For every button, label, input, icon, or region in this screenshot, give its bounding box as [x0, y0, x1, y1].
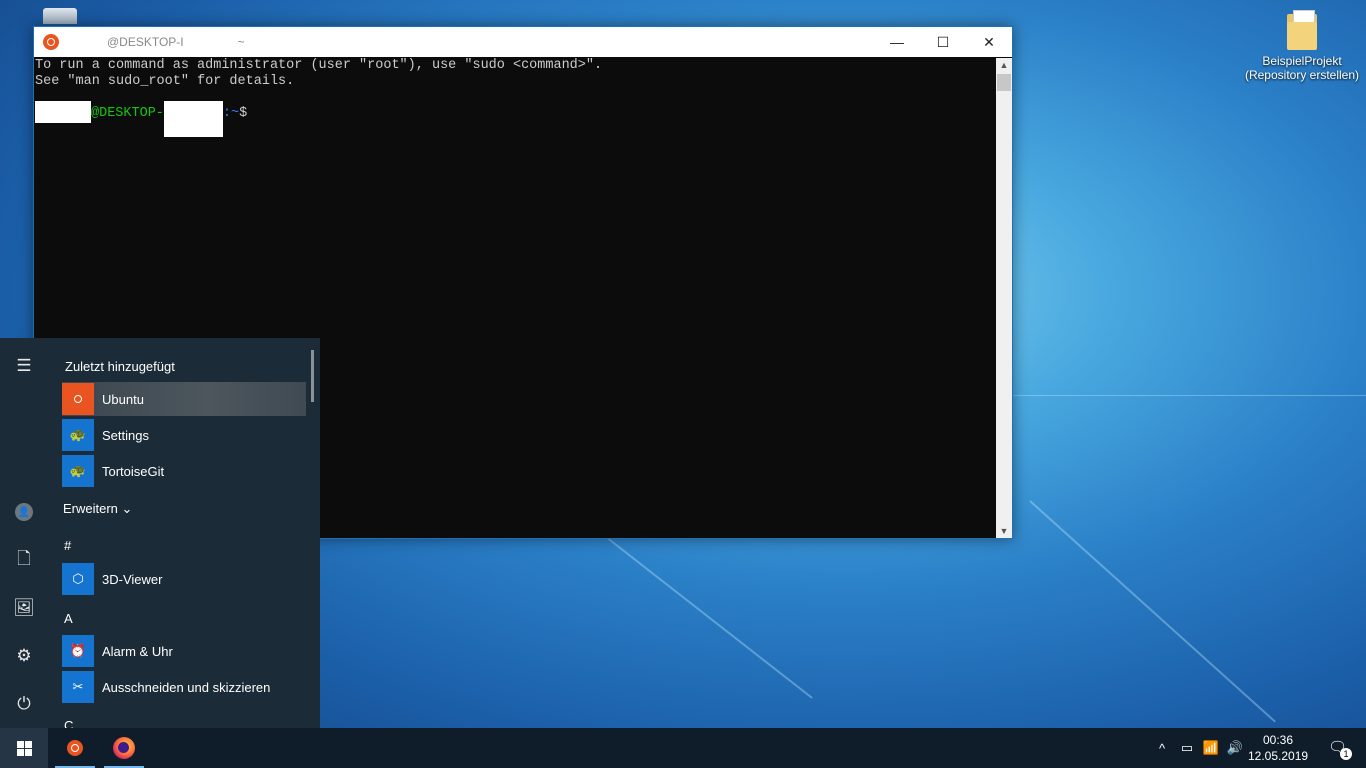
prompt-host: @DESKTOP-: [91, 106, 164, 121]
tortoise-icon: 🐢: [62, 419, 94, 451]
app-ausschneiden[interactable]: ✂ Ausschneiden und skizzieren: [62, 670, 306, 704]
notification-count: 1: [1340, 748, 1352, 760]
section-letter[interactable]: A: [64, 611, 73, 626]
redacted-hostname: [163, 101, 223, 137]
taskbar-firefox[interactable]: [104, 728, 144, 768]
notification-center-icon[interactable]: 🗨 1: [1328, 738, 1352, 760]
documents-icon[interactable]: 🗋: [12, 548, 36, 572]
scroll-down-icon[interactable]: ▼: [996, 524, 1012, 538]
start-app-list: Zuletzt hinzugefügt Ubuntu 🐢 Settings 🐢 …: [60, 338, 316, 728]
power-icon[interactable]: ⏻: [12, 692, 36, 716]
expand-button[interactable]: Erweitern ⌄: [63, 501, 132, 517]
app-ubuntu[interactable]: Ubuntu: [62, 382, 306, 416]
terminal-titlebar[interactable]: @DESKTOP-I ~ — ☐ ✕: [34, 27, 1012, 57]
close-button[interactable]: ✕: [966, 27, 1012, 57]
app-label: 3D-Viewer: [102, 571, 163, 587]
app-tortoisegit[interactable]: 🐢 TortoiseGit: [62, 454, 306, 488]
start-rail: ☰ 👤 🗋 🖼 ⚙ ⏻: [0, 338, 48, 728]
maximize-button[interactable]: ☐: [920, 27, 966, 57]
tortoise-icon: 🐢: [62, 455, 94, 487]
start-menu: ☰ 👤 🗋 🖼 ⚙ ⏻ Zuletzt hinzugefügt Ubuntu 🐢…: [0, 338, 320, 728]
taskbar: ^ ▭ 📶 🔊 00:36 12.05.2019 🗨 1: [0, 728, 1366, 768]
terminal-line: To run a command as administrator (user …: [35, 58, 603, 73]
ubuntu-icon: [43, 34, 59, 50]
start-scrollbar[interactable]: [311, 350, 314, 402]
expand-label: Erweitern: [63, 501, 118, 516]
folder-label-line2: (Repository erstellen): [1244, 68, 1360, 82]
scroll-up-icon[interactable]: ▲: [996, 58, 1012, 72]
volume-icon[interactable]: 🔊: [1224, 728, 1246, 768]
clock-time: 00:36: [1262, 733, 1294, 747]
app-settings[interactable]: 🐢 Settings: [62, 418, 306, 452]
wifi-icon[interactable]: 📶: [1200, 728, 1222, 768]
chevron-down-icon: ⌄: [121, 501, 133, 516]
terminal-line: See "man sudo_root" for details.: [35, 74, 295, 89]
alarm-clock-icon: ⏰: [62, 635, 94, 667]
app-label: Settings: [102, 427, 149, 443]
snip-sketch-icon: ✂: [62, 671, 94, 703]
start-button[interactable]: [0, 728, 48, 768]
firefox-icon: [113, 737, 135, 759]
desktop-folder-beispielprojekt[interactable]: BeispielProjekt (Repository erstellen): [1242, 10, 1362, 82]
settings-gear-icon[interactable]: ⚙: [12, 644, 36, 668]
terminal-title-host: @DESKTOP-I: [107, 35, 184, 49]
wallpaper-beam: [1010, 395, 1366, 396]
app-label: Ausschneiden und skizzieren: [102, 679, 271, 695]
prompt-path: :~: [222, 106, 240, 121]
app-alarm-uhr[interactable]: ⏰ Alarm & Uhr: [62, 634, 306, 668]
scroll-thumb[interactable]: [997, 74, 1011, 91]
clock[interactable]: 00:36 12.05.2019: [1248, 732, 1308, 764]
user-avatar[interactable]: 👤: [12, 500, 36, 524]
prompt-symbol: $: [239, 106, 248, 121]
battery-icon[interactable]: ▭: [1176, 728, 1198, 768]
taskbar-ubuntu[interactable]: [55, 728, 95, 768]
recent-header: Zuletzt hinzugefügt: [65, 359, 175, 374]
hamburger-icon[interactable]: ☰: [12, 354, 36, 378]
wallpaper-beam: [1029, 500, 1276, 723]
tray-chevron-icon[interactable]: ^: [1152, 728, 1172, 768]
app-label: Ubuntu: [102, 391, 144, 407]
app-3d-viewer[interactable]: ⬡ 3D-Viewer: [62, 562, 306, 596]
minimize-button[interactable]: —: [874, 27, 920, 57]
folder-label-line1: BeispielProjekt: [1262, 54, 1342, 68]
section-letter[interactable]: #: [64, 538, 71, 553]
redacted-username: [35, 101, 91, 123]
windows-logo-icon: [16, 740, 32, 756]
clock-date: 12.05.2019: [1248, 749, 1309, 763]
terminal-prompt: @DESKTOP- :~$: [35, 101, 996, 142]
terminal-title-path: ~: [237, 35, 245, 49]
app-label: TortoiseGit: [102, 463, 165, 479]
folder-icon: [1287, 10, 1317, 50]
cube-icon: ⬡: [62, 563, 94, 595]
app-label: Alarm & Uhr: [102, 643, 173, 659]
ubuntu-icon: [62, 383, 94, 415]
section-letter[interactable]: C: [64, 718, 73, 728]
recycle-bin-icon[interactable]: [40, 8, 80, 28]
pictures-icon[interactable]: 🖼: [12, 596, 36, 620]
terminal-scrollbar[interactable]: ▲ ▼: [996, 58, 1012, 538]
ubuntu-icon: [67, 740, 83, 756]
